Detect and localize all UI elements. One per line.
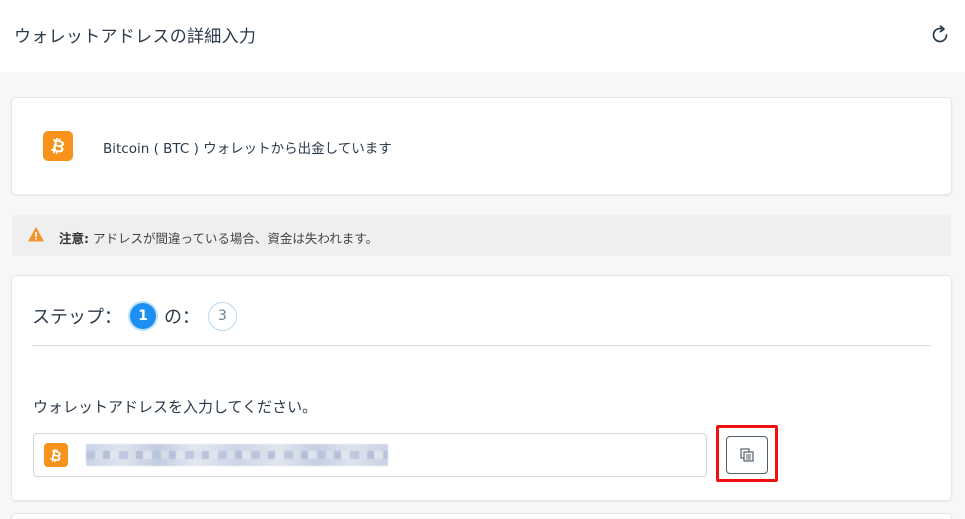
- paste-button[interactable]: [726, 436, 768, 474]
- paste-icon: [740, 448, 754, 462]
- refresh-icon[interactable]: [929, 24, 951, 46]
- warning-label: 注意:: [59, 231, 89, 246]
- warning-message: アドレスが間違っている場合、資金は失われます。: [89, 231, 378, 246]
- page-title: ウォレットアドレスの詳細入力: [14, 27, 257, 47]
- page-header: ウォレットアドレスの詳細入力: [0, 0, 965, 72]
- divider: [32, 345, 931, 346]
- step-total: 3: [208, 301, 237, 331]
- warning-banner: 注意: アドレスが間違っている場合、資金は失われます。: [12, 215, 951, 256]
- withdraw-page: ウォレットアドレスの詳細入力 ₿ Bitcoin ( BTC ) ウォレットから…: [0, 0, 965, 519]
- svg-text:₿: ₿: [48, 447, 62, 465]
- warning-text: 注意: アドレスが間違っている場合、資金は失われます。: [59, 228, 378, 247]
- currency-card: ₿ Bitcoin ( BTC ) ウォレットから出金しています: [12, 98, 951, 194]
- svg-text:₿: ₿: [49, 136, 67, 158]
- step-indicator: ステップ： 1 の： 3: [32, 300, 245, 332]
- step-separator: の：: [164, 307, 200, 328]
- step-current: 1: [130, 303, 156, 329]
- next-card: [12, 514, 951, 519]
- address-field[interactable]: ₿: [33, 433, 707, 477]
- currency-description: Bitcoin ( BTC ) ウォレットから出金しています: [103, 141, 392, 157]
- address-input[interactable]: [84, 439, 388, 471]
- bitcoin-icon: ₿: [44, 443, 68, 467]
- warning-triangle-icon: [28, 227, 44, 242]
- step-prefix: ステップ：: [32, 307, 122, 328]
- address-label: ウォレットアドレスを入力してください。: [33, 398, 318, 416]
- address-form-card: ステップ： 1 の： 3 ウォレットアドレスを入力してください。 ₿: [12, 276, 951, 500]
- bitcoin-icon: ₿: [43, 131, 73, 161]
